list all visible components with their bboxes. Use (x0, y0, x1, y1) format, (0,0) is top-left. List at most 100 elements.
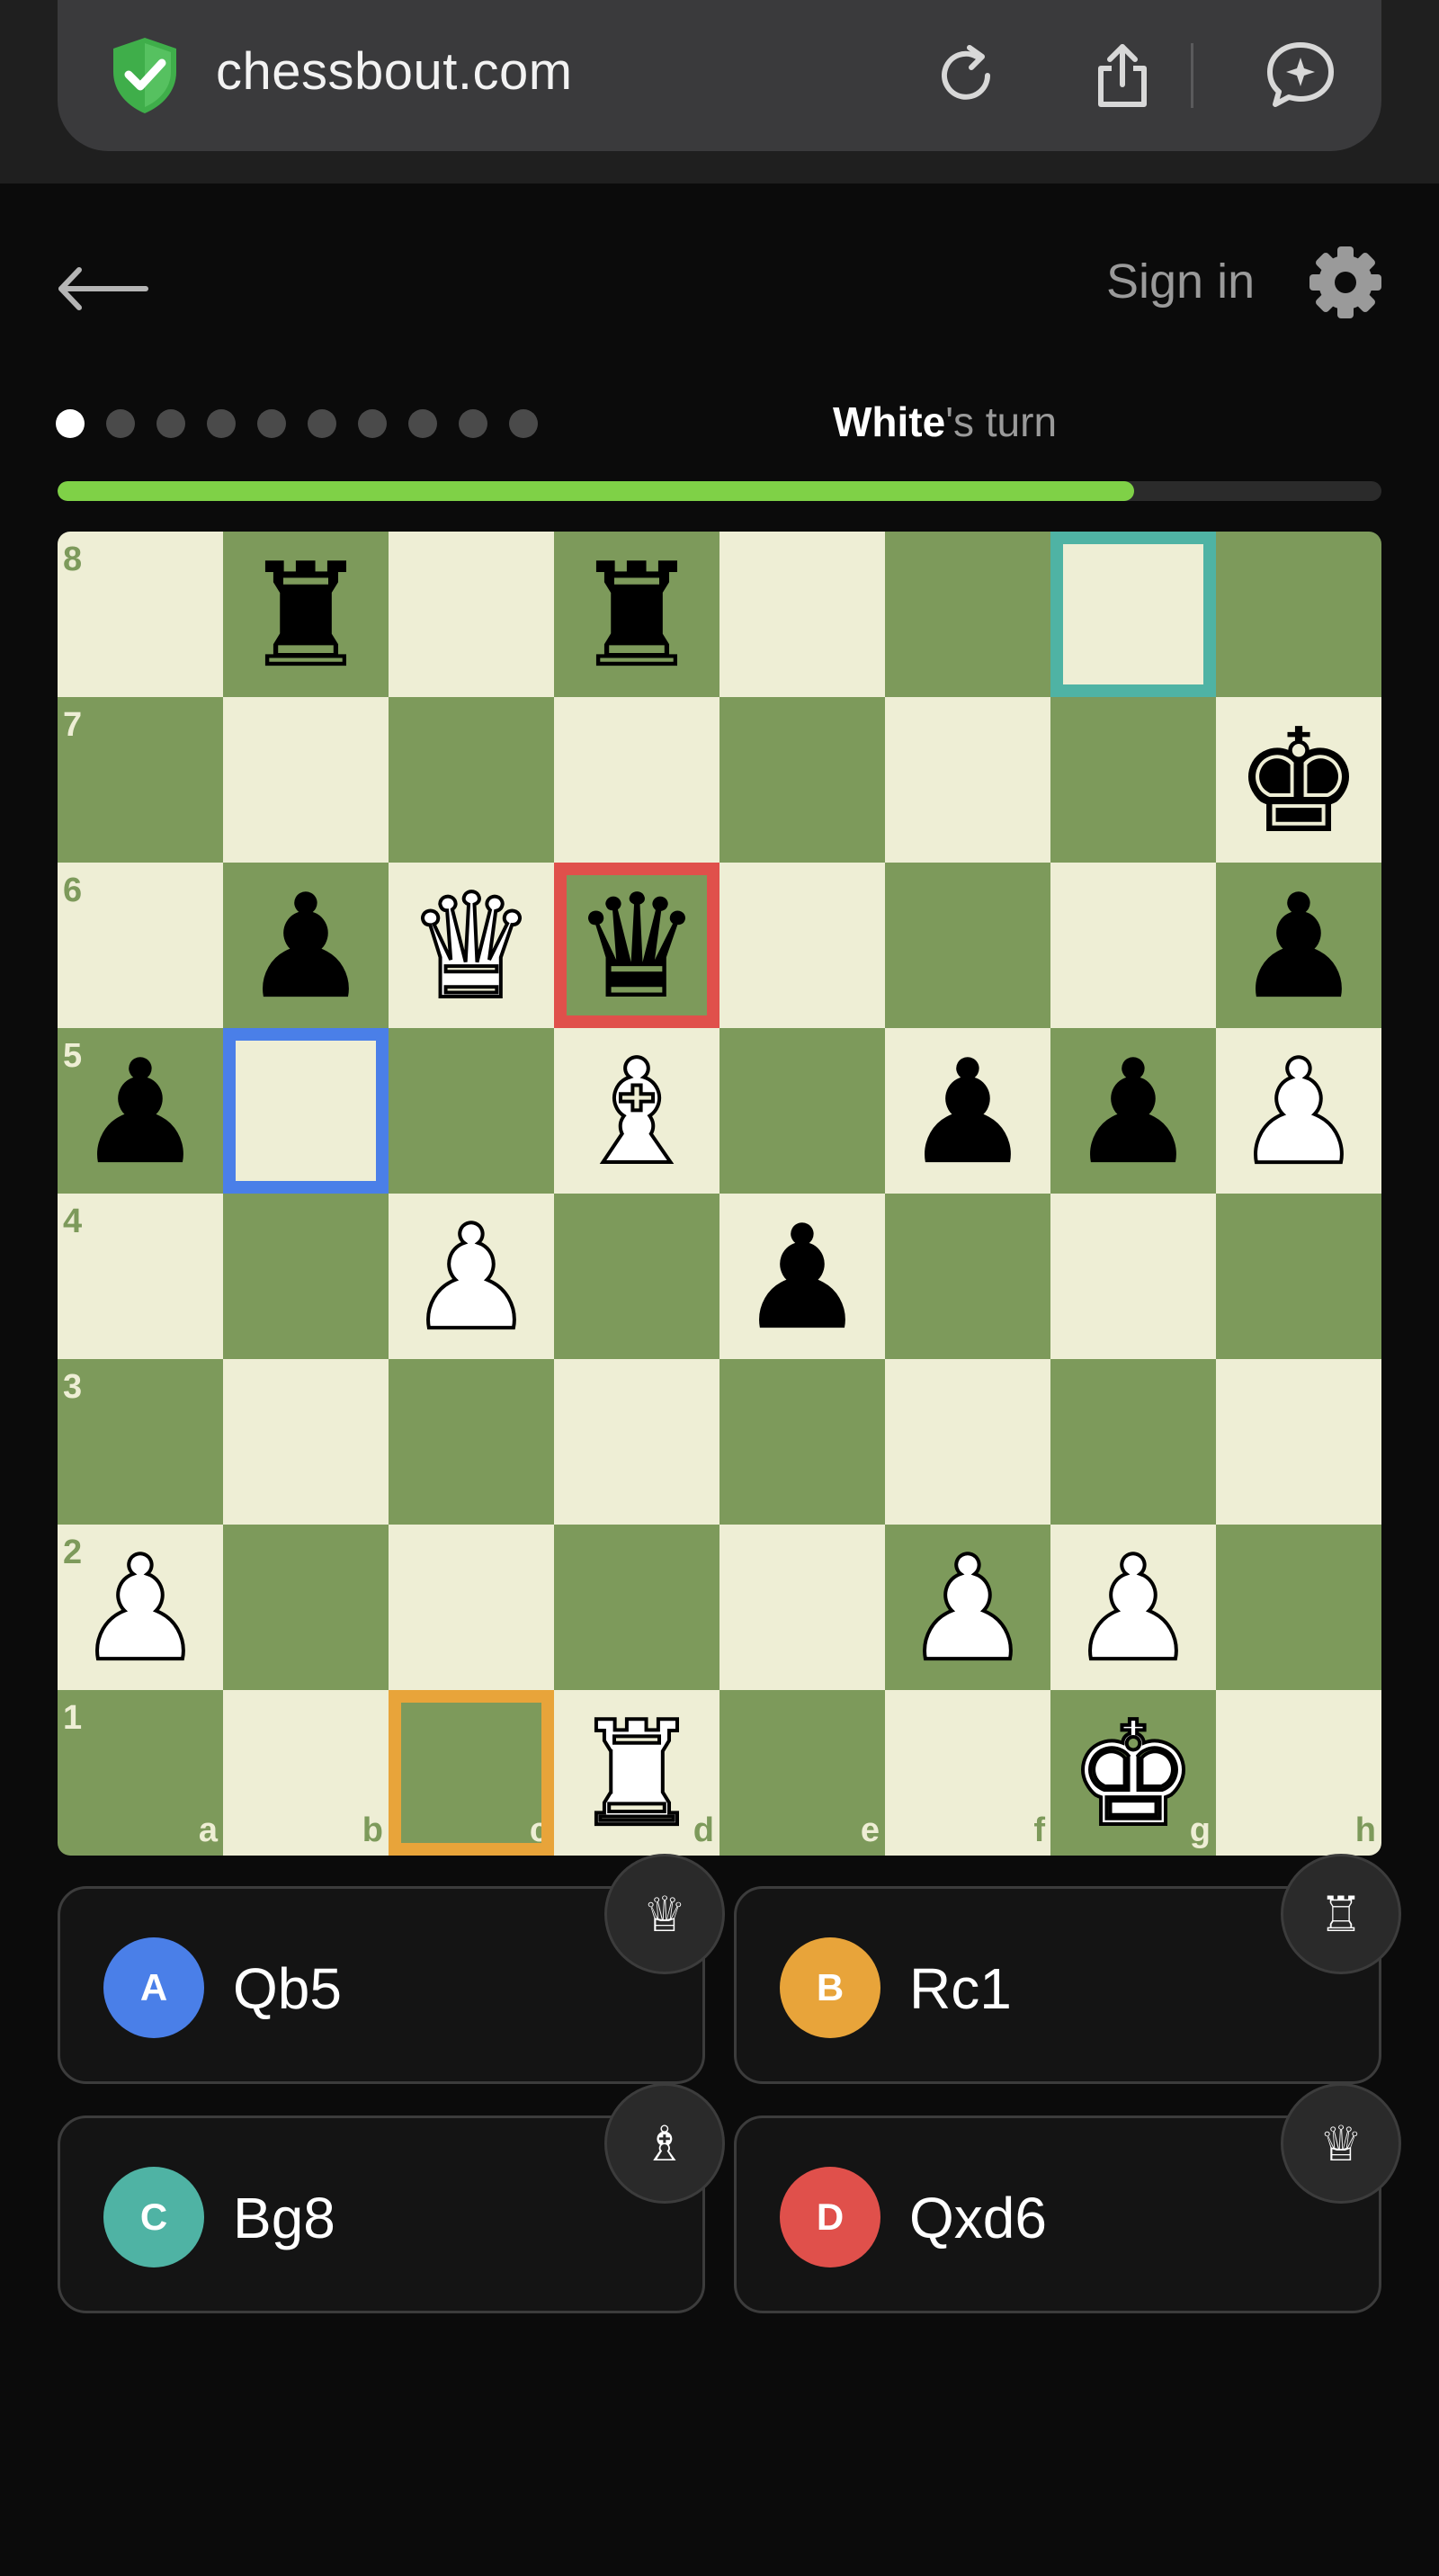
reload-button[interactable] (923, 32, 1009, 119)
square-a3[interactable]: 3 (58, 1359, 223, 1525)
black-pawn-icon[interactable]: ♟ (241, 875, 370, 1019)
square-a2[interactable]: 2 ♟ (58, 1525, 223, 1690)
share-button[interactable] (1079, 32, 1166, 119)
square-e3[interactable] (720, 1359, 885, 1525)
square-h5[interactable]: ♟ (1216, 1028, 1381, 1194)
white-pawn-icon[interactable]: ♟ (901, 1535, 1033, 1683)
rank-label: 3 (63, 1368, 83, 1406)
square-e8[interactable] (720, 532, 885, 697)
square-h4[interactable] (1216, 1194, 1381, 1359)
square-d5[interactable]: ♝ (554, 1028, 720, 1194)
square-h7[interactable]: ♚ (1216, 697, 1381, 863)
square-g8[interactable] (1050, 532, 1216, 697)
white-pawn-icon[interactable]: ♟ (74, 1535, 206, 1683)
white-pawn-icon[interactable]: ♟ (405, 1204, 537, 1352)
white-rook-icon[interactable]: ♜ (570, 1701, 702, 1848)
square-d8[interactable]: ♜ (554, 532, 720, 697)
back-arrow-icon[interactable] (56, 257, 149, 320)
shield-check-icon (113, 38, 176, 113)
square-g6[interactable] (1050, 863, 1216, 1028)
square-d3[interactable] (554, 1359, 720, 1525)
square-a5[interactable]: 5 ♟ (58, 1028, 223, 1194)
white-rook-icon: ♖ (1281, 1854, 1401, 1974)
square-h2[interactable] (1216, 1525, 1381, 1690)
square-f3[interactable] (885, 1359, 1050, 1525)
square-f7[interactable] (885, 697, 1050, 863)
chess-board[interactable]: 8 ♜ ♜ 7 ♚ 6 ♟ ♛ ♛ ♟ 5 ♟ ♝ ♟ ♟ ♟ 4 ♟ ♟ 3 2 ♟ ♟ ♟ 1 a b c d ♜ e f g ♚ h (58, 532, 1381, 1856)
black-pawn-icon[interactable]: ♟ (1234, 875, 1363, 1019)
square-c7[interactable] (389, 697, 554, 863)
square-h3[interactable] (1216, 1359, 1381, 1525)
square-f8[interactable] (885, 532, 1050, 697)
white-pawn-icon[interactable]: ♟ (1232, 1039, 1364, 1186)
black-rook-icon[interactable]: ♜ (241, 544, 370, 688)
square-d1[interactable]: d ♜ (554, 1690, 720, 1856)
square-g2[interactable]: ♟ (1050, 1525, 1216, 1690)
square-highlight (223, 1028, 389, 1194)
square-g5[interactable]: ♟ (1050, 1028, 1216, 1194)
white-king-icon[interactable]: ♚ (1067, 1701, 1199, 1848)
square-g3[interactable] (1050, 1359, 1216, 1525)
square-g4[interactable] (1050, 1194, 1216, 1359)
square-c4[interactable]: ♟ (389, 1194, 554, 1359)
square-e4[interactable]: ♟ (720, 1194, 885, 1359)
assistant-button[interactable] (1257, 32, 1344, 119)
gear-icon[interactable] (1306, 243, 1385, 322)
square-d4[interactable] (554, 1194, 720, 1359)
square-g1[interactable]: g ♚ (1050, 1690, 1216, 1856)
square-a6[interactable]: 6 (58, 863, 223, 1028)
square-c5[interactable] (389, 1028, 554, 1194)
white-bishop-icon[interactable]: ♝ (570, 1039, 702, 1186)
square-d7[interactable] (554, 697, 720, 863)
square-h1[interactable]: h (1216, 1690, 1381, 1856)
square-a1[interactable]: 1a (58, 1690, 223, 1856)
url-bar[interactable]: chessbout.com (58, 0, 1381, 151)
square-d2[interactable] (554, 1525, 720, 1690)
square-d6[interactable]: ♛ (554, 863, 720, 1028)
file-label: e (860, 1811, 880, 1849)
rank-label: 8 (63, 541, 83, 578)
square-b4[interactable] (223, 1194, 389, 1359)
square-f4[interactable] (885, 1194, 1050, 1359)
square-c6[interactable]: ♛ (389, 863, 554, 1028)
square-h8[interactable] (1216, 532, 1381, 697)
square-e5[interactable] (720, 1028, 885, 1194)
square-e2[interactable] (720, 1525, 885, 1690)
square-a7[interactable]: 7 (58, 697, 223, 863)
black-pawn-icon[interactable]: ♟ (76, 1041, 204, 1185)
progress-dot (257, 409, 286, 438)
square-e7[interactable] (720, 697, 885, 863)
white-queen-icon[interactable]: ♛ (405, 873, 537, 1021)
white-pawn-icon[interactable]: ♟ (1067, 1535, 1199, 1683)
square-a8[interactable]: 8 (58, 532, 223, 697)
square-b1[interactable]: b (223, 1690, 389, 1856)
url-text[interactable]: chessbout.com (216, 41, 573, 102)
square-b2[interactable] (223, 1525, 389, 1690)
square-e1[interactable]: e (720, 1690, 885, 1856)
square-c1[interactable]: c (389, 1690, 554, 1856)
square-c2[interactable] (389, 1525, 554, 1690)
square-b8[interactable]: ♜ (223, 532, 389, 697)
square-b6[interactable]: ♟ (223, 863, 389, 1028)
square-b7[interactable] (223, 697, 389, 863)
black-pawn-icon[interactable]: ♟ (903, 1041, 1032, 1185)
square-f5[interactable]: ♟ (885, 1028, 1050, 1194)
black-queen-icon[interactable]: ♛ (572, 875, 701, 1019)
square-h6[interactable]: ♟ (1216, 863, 1381, 1028)
square-e6[interactable] (720, 863, 885, 1028)
square-c3[interactable] (389, 1359, 554, 1525)
black-king-icon[interactable]: ♚ (1234, 710, 1363, 854)
square-f6[interactable] (885, 863, 1050, 1028)
square-b5[interactable] (223, 1028, 389, 1194)
square-f1[interactable]: f (885, 1690, 1050, 1856)
square-c8[interactable] (389, 532, 554, 697)
sign-in-link[interactable]: Sign in (1106, 254, 1255, 309)
square-a4[interactable]: 4 (58, 1194, 223, 1359)
black-pawn-icon[interactable]: ♟ (737, 1206, 866, 1350)
square-g7[interactable] (1050, 697, 1216, 863)
square-b3[interactable] (223, 1359, 389, 1525)
black-pawn-icon[interactable]: ♟ (1068, 1041, 1197, 1185)
white-queen-icon: ♕ (1281, 2083, 1401, 2204)
black-rook-icon[interactable]: ♜ (572, 544, 701, 688)
square-f2[interactable]: ♟ (885, 1525, 1050, 1690)
